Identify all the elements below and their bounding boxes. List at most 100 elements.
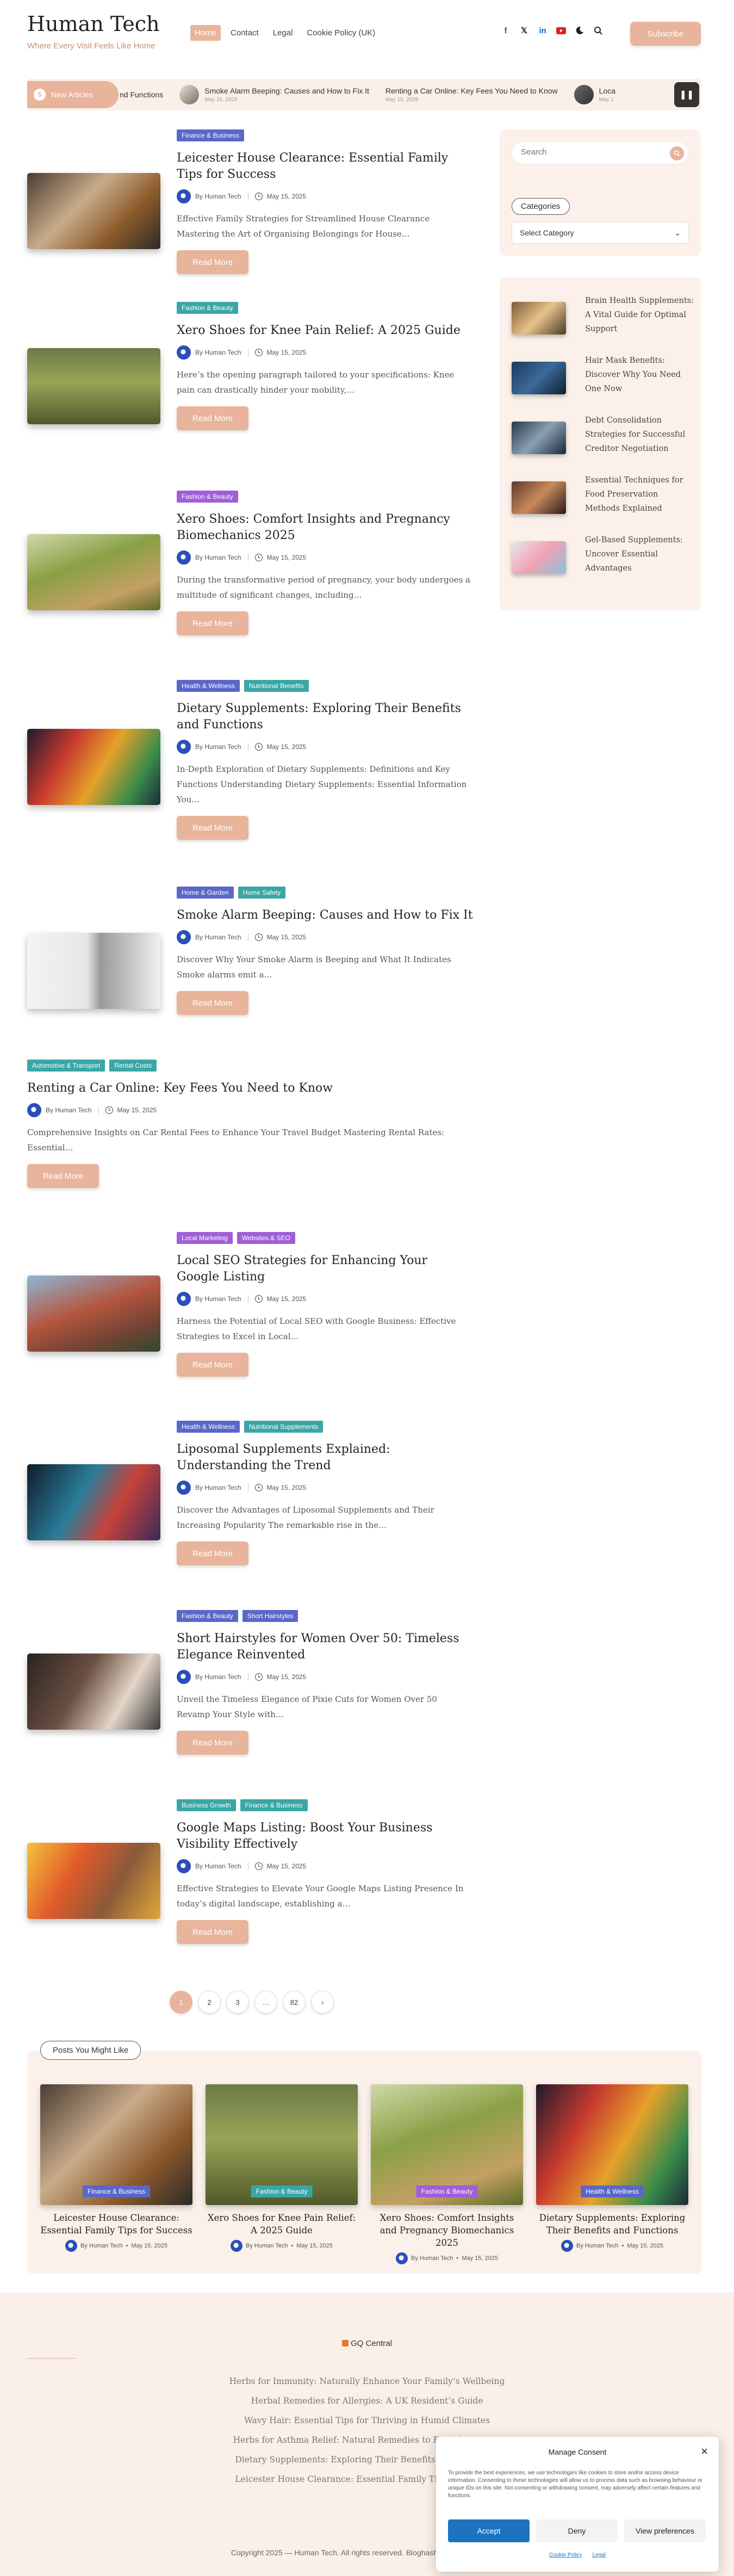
read-more-button[interactable]: Read More (27, 1164, 99, 1188)
recent-post-item[interactable]: Debt Consolidation Strategies for Succes… (512, 413, 691, 468)
category-tag[interactable]: Automotive & Transport (27, 1060, 105, 1072)
related-author[interactable]: By Human Tech (576, 2243, 618, 2249)
post-title[interactable]: Local SEO Strategies for Enhancing Your … (177, 1253, 473, 1285)
related-title[interactable]: Leicester House Clearance: Essential Fam… (40, 2212, 192, 2237)
x-icon[interactable]: 𝕏 (519, 25, 530, 36)
post-thumbnail[interactable] (27, 534, 160, 610)
recent-post-thumbnail[interactable] (512, 541, 566, 574)
recent-post-thumbnail[interactable] (512, 302, 566, 335)
recent-post-title[interactable]: Brain Health Supplements: A Vital Guide … (585, 294, 694, 336)
category-tag[interactable]: Nutritional Benefits (244, 680, 309, 692)
post-title[interactable]: Leicester House Clearance: Essential Fam… (177, 150, 473, 183)
legal-link[interactable]: Legal (592, 2552, 605, 2558)
recent-post-item[interactable]: Hair Mask Benefits: Discover Why You Nee… (512, 354, 691, 408)
page-3[interactable]: 3 (226, 1991, 249, 2014)
post-author[interactable]: By Human Tech (195, 349, 241, 356)
category-tag[interactable]: Health & Wellness (581, 2185, 644, 2197)
recent-post-item[interactable]: Gel-Based Supplements: Uncover Essential… (512, 533, 691, 587)
post-thumbnail[interactable] (27, 1464, 160, 1540)
category-tag[interactable]: Fashion & Beauty (416, 2185, 478, 2197)
category-tag[interactable]: Local Marketing (177, 1232, 233, 1244)
recent-post-thumbnail[interactable] (512, 362, 566, 394)
category-tag[interactable]: Fashion & Beauty (177, 1610, 238, 1622)
post-author[interactable]: By Human Tech (195, 1295, 241, 1303)
post-thumbnail[interactable] (27, 729, 160, 805)
category-tag[interactable]: Home & Garden (177, 887, 234, 899)
related-author[interactable]: By Human Tech (411, 2255, 453, 2262)
post-author[interactable]: By Human Tech (195, 933, 241, 941)
category-tag[interactable]: Finance & Business (82, 2185, 151, 2197)
read-more-button[interactable]: Read More (177, 406, 248, 430)
page-1[interactable]: 1 (170, 1991, 192, 2014)
post-title[interactable]: Short Hairstyles for Women Over 50: Time… (177, 1631, 473, 1663)
nav-legal[interactable]: Legal (269, 25, 297, 41)
post-title[interactable]: Smoke Alarm Beeping: Causes and How to F… (177, 907, 473, 924)
next-page-button[interactable]: › (311, 1991, 334, 2014)
post-author[interactable]: By Human Tech (195, 1484, 241, 1491)
related-thumbnail[interactable]: Fashion & Beauty (371, 2084, 523, 2205)
dark-mode-icon[interactable] (574, 25, 585, 36)
footer-link[interactable]: Herbal Remedies for Allergies: A UK Resi… (0, 2391, 734, 2411)
recent-post-title[interactable]: Gel-Based Supplements: Uncover Essential… (585, 533, 694, 575)
related-title[interactable]: Dietary Supplements: Exploring Their Ben… (536, 2212, 688, 2237)
read-more-button[interactable]: Read More (177, 816, 248, 840)
ticker-item[interactable]: Renting a Car Online: Key Fees You Need … (385, 86, 558, 103)
recent-post-title[interactable]: Essential Techniques for Food Preservati… (585, 473, 694, 516)
recent-post-item[interactable]: Brain Health Supplements: A Vital Guide … (512, 294, 694, 348)
nav-home[interactable]: Home (190, 25, 221, 41)
category-tag[interactable]: Fashion & Beauty (251, 2185, 313, 2197)
page-2[interactable]: 2 (198, 1991, 221, 2014)
footer-brand[interactable]: GQ Central (0, 2339, 734, 2348)
read-more-button[interactable]: Read More (177, 1353, 248, 1377)
linkedin-icon[interactable]: in (537, 25, 548, 36)
related-title[interactable]: Xero Shoes for Knee Pain Relief: A 2025 … (206, 2212, 358, 2237)
view-preferences-button[interactable]: View preferences (624, 2519, 706, 2542)
post-title[interactable]: Xero Shoes for Knee Pain Relief: A 2025 … (177, 323, 473, 339)
category-tag[interactable]: Fashion & Beauty (177, 302, 238, 314)
related-title[interactable]: Xero Shoes: Comfort Insights and Pregnan… (371, 2212, 523, 2249)
read-more-button[interactable]: Read More (177, 611, 248, 635)
deny-button[interactable]: Deny (536, 2519, 618, 2542)
category-select[interactable]: Select Category ⌄ (512, 222, 689, 244)
category-tag[interactable]: Rental Costs (109, 1060, 157, 1072)
site-title[interactable]: Human Tech (27, 12, 160, 36)
nav-contact[interactable]: Contact (226, 25, 263, 41)
post-thumbnail[interactable] (27, 1843, 160, 1919)
footer-link[interactable]: Wavy Hair: Essential Tips for Thriving i… (0, 2411, 734, 2430)
post-author[interactable]: By Human Tech (195, 1673, 241, 1681)
category-tag[interactable]: Fashion & Beauty (177, 491, 238, 503)
post-author[interactable]: By Human Tech (195, 193, 241, 200)
facebook-icon[interactable]: f (500, 25, 511, 36)
category-tag[interactable]: Websites & SEO (237, 1232, 295, 1244)
search-button[interactable] (670, 146, 684, 160)
ticker-item[interactable]: nd Functions (120, 90, 163, 99)
post-title[interactable]: Liposomal Supplements Explained: Underst… (177, 1441, 473, 1474)
related-thumbnail[interactable]: Fashion & Beauty (206, 2084, 358, 2205)
category-tag[interactable]: Finance & Business (240, 1799, 308, 1811)
post-author[interactable]: By Human Tech (195, 743, 241, 751)
post-thumbnail[interactable] (27, 933, 160, 1009)
recent-post-item[interactable]: Essential Techniques for Food Preservati… (512, 473, 691, 528)
category-tag[interactable]: Finance & Business (177, 129, 245, 141)
cookie-policy-link[interactable]: Cookie Policy (549, 2552, 582, 2558)
category-tag[interactable]: Nutritional Supplements (244, 1421, 324, 1433)
search-icon[interactable] (593, 25, 604, 36)
post-thumbnail[interactable] (27, 173, 160, 249)
related-author[interactable]: By Human Tech (80, 2243, 122, 2249)
post-title[interactable]: Dietary Supplements: Exploring Their Ben… (177, 701, 473, 733)
recent-post-thumbnail[interactable] (512, 481, 566, 514)
search-input[interactable] (521, 147, 657, 157)
post-thumbnail[interactable] (27, 1275, 160, 1352)
post-title[interactable]: Google Maps Listing: Boost Your Business… (177, 1820, 473, 1853)
subscribe-button[interactable]: Subscribe (630, 22, 701, 46)
related-author[interactable]: By Human Tech (246, 2243, 288, 2249)
related-thumbnail[interactable]: Health & Wellness (536, 2084, 688, 2205)
post-title[interactable]: Xero Shoes: Comfort Insights and Pregnan… (177, 511, 473, 544)
read-more-button[interactable]: Read More (177, 1541, 248, 1565)
category-tag[interactable]: Health & Wellness (177, 680, 240, 692)
accept-button[interactable]: Accept (448, 2519, 530, 2542)
category-tag[interactable]: Short Hairstyles (242, 1610, 298, 1622)
recent-post-thumbnail[interactable] (512, 422, 566, 454)
category-tag[interactable]: Business Growth (177, 1799, 236, 1811)
read-more-button[interactable]: Read More (177, 1731, 248, 1755)
